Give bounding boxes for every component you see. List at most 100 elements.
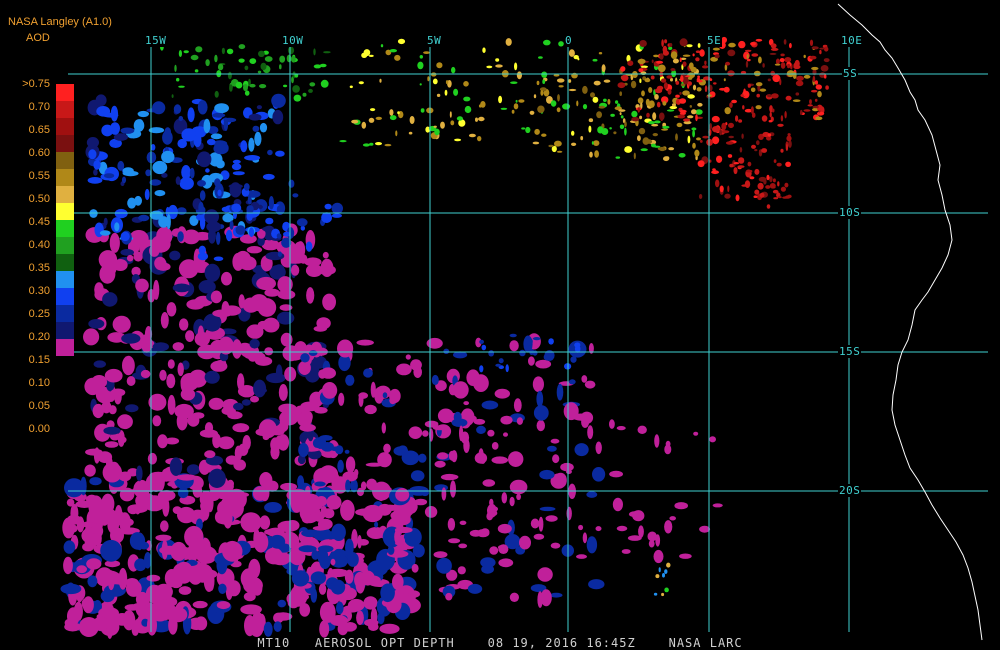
aod-pixel bbox=[819, 47, 825, 50]
aod-pixel bbox=[231, 163, 242, 171]
aod-pixel bbox=[715, 179, 720, 188]
aod-pixel bbox=[509, 592, 519, 602]
aod-pixel bbox=[445, 80, 449, 85]
aod-pixel bbox=[592, 467, 606, 482]
aod-pixel bbox=[653, 54, 659, 58]
aod-pixel bbox=[776, 162, 782, 167]
aod-pixel bbox=[225, 455, 239, 465]
aod-pixel bbox=[134, 558, 147, 572]
aod-pixel bbox=[778, 196, 782, 199]
aod-pixel bbox=[495, 64, 503, 68]
aod-pixel bbox=[161, 150, 175, 164]
aod-pixel bbox=[323, 508, 335, 519]
aod-pixel bbox=[582, 104, 588, 110]
aod-pixel bbox=[309, 82, 316, 87]
aod-pixel bbox=[729, 102, 733, 108]
aod-pixel bbox=[780, 186, 787, 192]
aod-pixel bbox=[588, 125, 592, 133]
aod-pixel bbox=[93, 169, 98, 176]
aod-pixel bbox=[305, 264, 323, 277]
aod-pixel bbox=[624, 146, 633, 153]
aod-pixel bbox=[661, 39, 664, 47]
color-legend: >0.75 0.70 0.65 0.60 0.55 0.50 0.45 0.40… bbox=[22, 78, 74, 435]
aod-pixel bbox=[330, 558, 336, 566]
aod-pixel bbox=[119, 436, 127, 444]
aod-pixel bbox=[654, 434, 660, 448]
aod-pixel bbox=[530, 518, 540, 529]
aod-pixel bbox=[169, 250, 181, 261]
aod-pixel bbox=[661, 78, 667, 83]
aod-pixel bbox=[242, 435, 251, 451]
aod-pixel bbox=[481, 564, 494, 574]
aod-pixel bbox=[759, 88, 767, 92]
aod-pixel bbox=[154, 190, 166, 197]
aod-pixel bbox=[247, 195, 252, 205]
aod-pixel bbox=[754, 168, 760, 175]
aod-pixel bbox=[516, 71, 523, 80]
aod-pixel bbox=[408, 131, 413, 135]
aod-pixel bbox=[631, 110, 638, 118]
aod-pixel bbox=[762, 63, 765, 68]
aod-pixel bbox=[273, 621, 282, 632]
aod-pixel bbox=[464, 105, 472, 114]
aod-pixel bbox=[769, 111, 772, 118]
aod-pixel bbox=[139, 541, 150, 550]
aod-pixel bbox=[566, 506, 572, 521]
aod-pixel bbox=[135, 492, 156, 509]
aod-pixel bbox=[633, 152, 636, 160]
aod-pixel bbox=[446, 474, 459, 480]
aod-pixel bbox=[534, 128, 540, 135]
aod-pixel bbox=[432, 78, 438, 85]
aod-pixel bbox=[469, 529, 482, 537]
aod-pixel bbox=[212, 112, 226, 118]
aod-pixel bbox=[521, 127, 526, 130]
aod-pixel bbox=[458, 543, 468, 549]
aod-pixel bbox=[556, 107, 561, 113]
aod-pixel bbox=[436, 557, 452, 574]
aod-pixel bbox=[401, 450, 420, 466]
aod-pixel bbox=[815, 84, 822, 90]
aod-pixel bbox=[795, 80, 804, 87]
aod-pixel bbox=[638, 68, 644, 73]
aod-pixel bbox=[210, 133, 223, 140]
aod-pixel bbox=[313, 48, 316, 56]
aod-pixel bbox=[162, 130, 173, 145]
aod-pixel bbox=[320, 442, 334, 452]
aod-pixel bbox=[154, 583, 173, 600]
aod-pixel bbox=[262, 226, 271, 232]
aod-pixel bbox=[800, 109, 803, 116]
aod-pixel bbox=[410, 359, 422, 371]
aod-pixel bbox=[440, 121, 445, 129]
aod-pixel bbox=[533, 405, 549, 421]
legend-swatch bbox=[56, 288, 74, 305]
aod-pixel bbox=[282, 345, 300, 362]
aod-pixel bbox=[248, 137, 255, 152]
aod-pixel bbox=[217, 436, 235, 450]
aod-pixel bbox=[751, 144, 756, 149]
aod-pixel bbox=[162, 496, 170, 517]
aod-pixel bbox=[231, 203, 242, 213]
aod-pixel bbox=[562, 103, 571, 110]
aod-pixel bbox=[363, 368, 373, 378]
aod-pixel bbox=[770, 43, 777, 49]
aod-pixel bbox=[258, 50, 265, 57]
aod-pixel bbox=[221, 206, 231, 212]
aod-pixel bbox=[232, 339, 242, 359]
aod-pixel bbox=[348, 598, 365, 612]
aod-pixel bbox=[122, 167, 134, 175]
aod-pixel bbox=[302, 92, 307, 97]
aod-pixel bbox=[652, 112, 657, 121]
lat-label-20s: 20S bbox=[838, 484, 862, 497]
aod-pixel bbox=[214, 178, 221, 187]
aod-pixel bbox=[169, 457, 183, 477]
aod-pixel bbox=[609, 470, 623, 478]
aod-pixel bbox=[811, 66, 819, 71]
aod-pixel bbox=[601, 64, 606, 73]
aod-pixel bbox=[212, 309, 233, 318]
aod-pixel bbox=[109, 232, 120, 253]
aod-pixel bbox=[588, 579, 605, 590]
aod-pixel bbox=[351, 119, 359, 124]
lon-label-5e: 5E bbox=[706, 34, 723, 47]
aod-pixel bbox=[803, 109, 811, 112]
aod-pixel bbox=[688, 62, 694, 70]
